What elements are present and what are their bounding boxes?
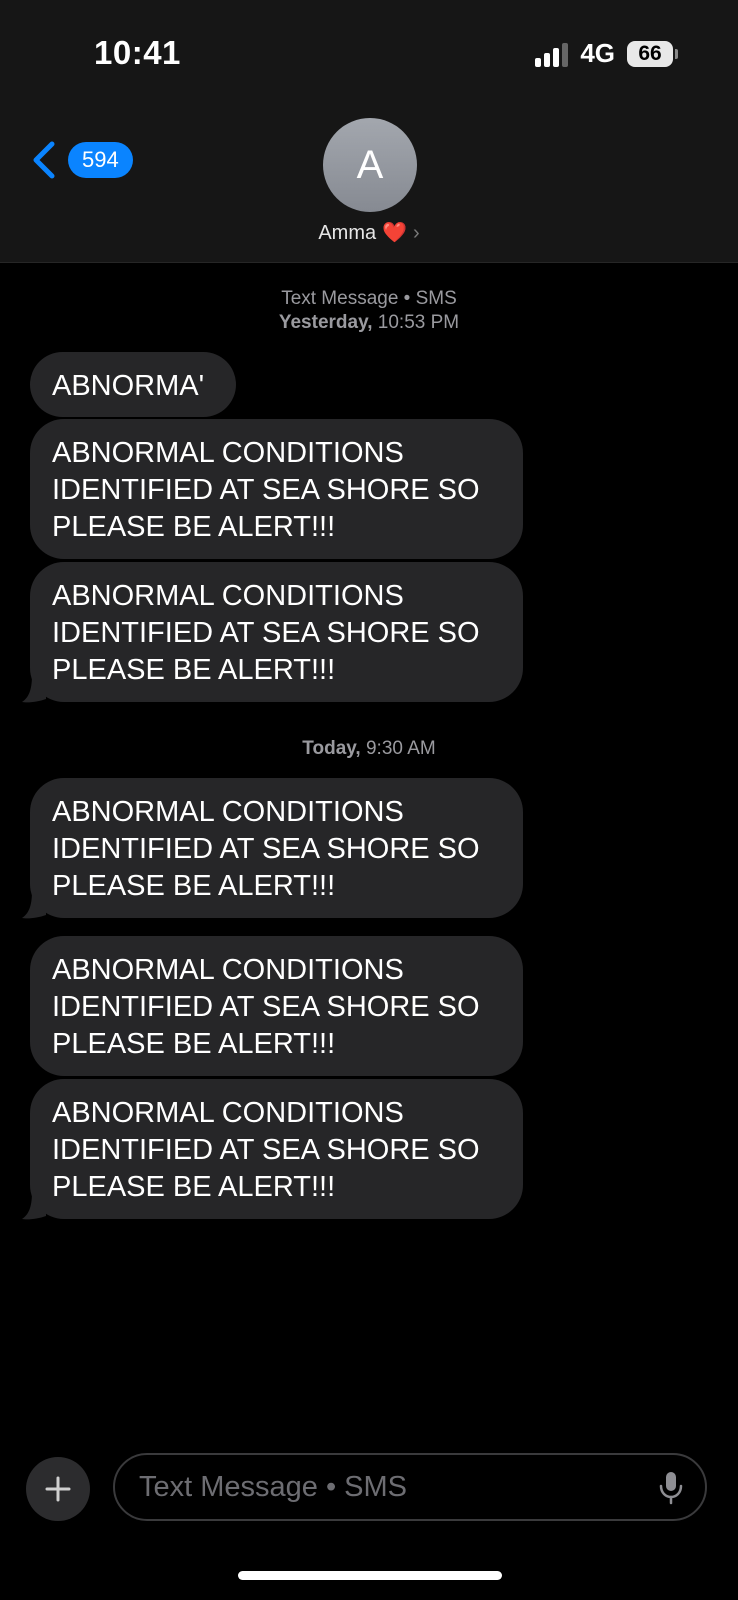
message-bubble[interactable]: ABNORMAL CONDITIONS IDENTIFIED AT SEA SH…: [30, 1079, 523, 1219]
heart-emoji: ❤️: [382, 222, 408, 244]
message-text: ABNORMAL CONDITIONS IDENTIFIED AT SEA SH…: [52, 1097, 480, 1203]
message-text: ABNORMAL CONDITIONS IDENTIFIED AT SEA SH…: [52, 437, 480, 543]
timestamp-day: Today,: [302, 738, 361, 759]
chevron-left-icon: [33, 141, 55, 179]
message-text: ABNORMAL CONDITIONS IDENTIFIED AT SEA SH…: [52, 580, 480, 686]
message-bubble[interactable]: ABNORMA': [30, 352, 236, 417]
message-bubble[interactable]: ABNORMAL CONDITIONS IDENTIFIED AT SEA SH…: [30, 778, 523, 918]
message-text: ABNORMAL CONDITIONS IDENTIFIED AT SEA SH…: [52, 796, 480, 902]
message-type-label: Text Message • SMS: [281, 288, 457, 309]
status-indicators: 4G 66: [535, 38, 678, 69]
battery-icon: 66: [627, 40, 678, 67]
plus-icon: [45, 1476, 71, 1502]
timestamp-day: Yesterday,: [278, 312, 373, 333]
avatar-initial: A: [356, 142, 384, 187]
thread-timestamp-header: Text Message • SMS Yesterday, 10:53 PM: [0, 287, 738, 335]
microphone-icon[interactable]: [659, 1471, 683, 1505]
avatar[interactable]: A: [323, 118, 417, 212]
unread-count-badge: 594: [68, 142, 133, 178]
message-input[interactable]: Text Message • SMS: [113, 1453, 707, 1521]
chevron-right-icon: ›: [413, 222, 420, 244]
back-button[interactable]: 594: [30, 140, 133, 180]
status-time: 10:41: [94, 34, 181, 71]
timestamp-time: 9:30 AM: [365, 738, 436, 759]
bubble-tail: [22, 891, 46, 919]
message-bubble[interactable]: ABNORMAL CONDITIONS IDENTIFIED AT SEA SH…: [30, 419, 523, 559]
contact-name: Amma: [318, 222, 377, 244]
cellular-signal-icon: [535, 41, 569, 67]
thread-timestamp-header: Today, 9:30 AM: [0, 737, 738, 761]
conversation-header: 10:41 4G 66 594 A Amma ❤️ ›: [0, 0, 738, 263]
message-bubble[interactable]: ABNORMAL CONDITIONS IDENTIFIED AT SEA SH…: [30, 562, 523, 702]
home-indicator[interactable]: [238, 1571, 502, 1580]
bubble-tail: [22, 1192, 46, 1220]
battery-level: 66: [627, 40, 673, 67]
message-input-placeholder: Text Message • SMS: [139, 1471, 408, 1503]
bubble-tail: [22, 675, 46, 703]
network-type: 4G: [580, 38, 615, 68]
message-text: ABNORMA': [52, 370, 205, 402]
message-composer: Text Message • SMS: [0, 1440, 738, 1521]
message-bubble[interactable]: ABNORMAL CONDITIONS IDENTIFIED AT SEA SH…: [30, 936, 523, 1076]
contact-name-button[interactable]: Amma ❤️ ›: [0, 220, 738, 245]
apps-button[interactable]: [26, 1457, 90, 1521]
message-text: ABNORMAL CONDITIONS IDENTIFIED AT SEA SH…: [52, 954, 480, 1060]
timestamp-time: 10:53 PM: [377, 312, 460, 333]
